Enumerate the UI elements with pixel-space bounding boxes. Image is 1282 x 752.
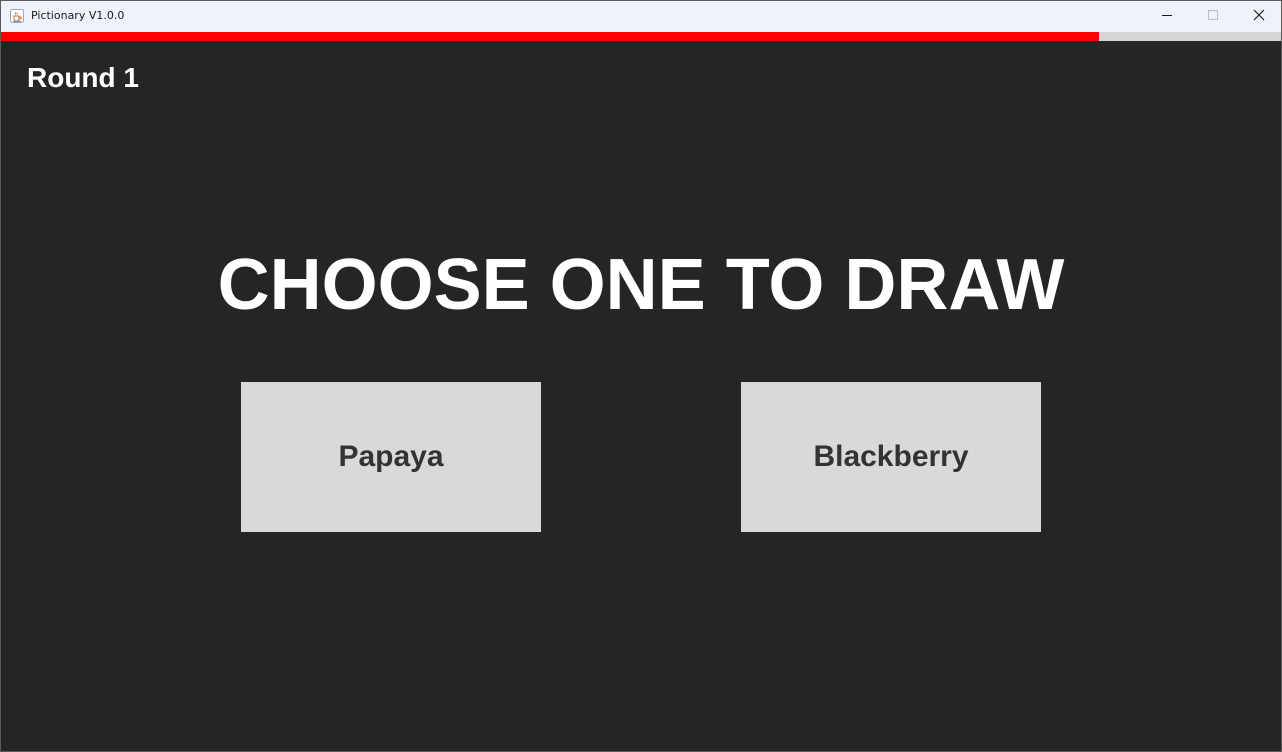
word-choice-label: Papaya xyxy=(338,440,444,473)
instruction-headline: CHOOSE ONE TO DRAW xyxy=(217,245,1065,325)
window-title: Pictionary V1.0.0 xyxy=(31,9,125,22)
minimize-icon xyxy=(1161,8,1173,26)
app-window: Pictionary V1.0.0 Round 1 CHOOSE ONE TO … xyxy=(0,0,1282,752)
timer-progress-fill xyxy=(1,32,1100,41)
java-coffee-cup-icon xyxy=(10,9,24,23)
word-choice-button[interactable]: Blackberry xyxy=(741,382,1041,532)
maximize-icon xyxy=(1207,8,1219,26)
close-icon xyxy=(1253,8,1265,26)
minimize-button[interactable] xyxy=(1144,1,1190,32)
word-choice-button[interactable]: Papaya xyxy=(241,382,541,532)
timer-progress-bar xyxy=(1,32,1281,41)
maximize-button[interactable] xyxy=(1190,1,1236,32)
title-bar[interactable]: Pictionary V1.0.0 xyxy=(1,1,1281,32)
word-choice-label: Blackberry xyxy=(813,440,969,473)
close-button[interactable] xyxy=(1236,1,1281,32)
round-label: Round 1 xyxy=(27,62,139,93)
